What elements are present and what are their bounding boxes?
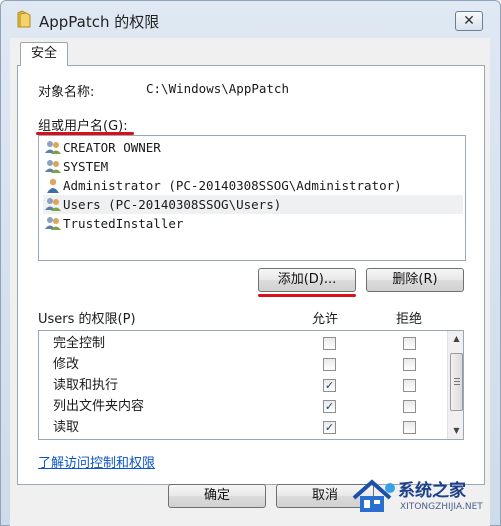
allow-checkbox[interactable]: [323, 358, 336, 371]
permission-name: 修改: [53, 357, 80, 372]
deny-column-header: 拒绝: [396, 312, 423, 327]
permissions-header-label: Users 的权限(P): [38, 312, 136, 327]
list-item[interactable]: Administrator (PC-20140308SSOG\Administr…: [43, 176, 463, 195]
allow-checkbox[interactable]: [323, 337, 336, 350]
remove-button[interactable]: 删除(R): [366, 268, 464, 292]
scroll-thumb[interactable]: [450, 353, 463, 411]
list-item-label: SYSTEM: [63, 159, 109, 174]
permission-row: 列出文件夹内容 ✓: [53, 396, 443, 417]
permission-name: 读取: [53, 420, 80, 435]
list-item-label: Users (PC-20140308SSOG\Users): [63, 197, 282, 212]
deny-checkbox[interactable]: [403, 337, 416, 350]
single-user-icon: [47, 178, 59, 193]
object-name-label: 对象名称:: [38, 85, 95, 100]
permission-row: 修改: [53, 354, 443, 375]
window-title: AppPatch 的权限: [39, 13, 160, 31]
grip-line: [454, 381, 460, 382]
group-user-list[interactable]: CREATOR OWNER SYSTEM Administrator (PC-2…: [38, 135, 466, 261]
deny-checkbox[interactable]: [403, 379, 416, 392]
permission-name: 完全控制: [53, 336, 106, 351]
grip-line: [454, 384, 460, 385]
object-name-value: C:\Windows\AppPatch: [146, 81, 289, 96]
add-button[interactable]: 添加(D)...: [258, 268, 356, 292]
permission-row: 读取 ✓: [53, 417, 443, 438]
permissions-scrollbar[interactable]: ▲ ▼: [447, 331, 463, 439]
list-item-selected[interactable]: Users (PC-20140308SSOG\Users): [43, 195, 463, 214]
list-item-label: CREATOR OWNER: [63, 140, 161, 155]
scroll-down-arrow-icon[interactable]: ▼: [448, 423, 463, 439]
users-group-icon: [45, 141, 61, 154]
folder-icon: [17, 10, 31, 28]
highlight-underline-add: [258, 294, 356, 297]
permission-name: 读取和执行: [53, 378, 119, 393]
deny-checkbox[interactable]: [403, 358, 416, 371]
access-control-help-link[interactable]: 了解访问控制和权限: [38, 452, 155, 471]
users-group-icon: [45, 217, 61, 230]
permission-row: 读取和执行 ✓: [53, 375, 443, 396]
list-item-label: TrustedInstaller: [63, 216, 184, 231]
allow-column-header: 允许: [312, 312, 339, 327]
watermark-url: XITONGZHIJIA.NET: [400, 502, 483, 512]
list-item[interactable]: TrustedInstaller: [43, 214, 463, 233]
permissions-list: 完全控制 修改 读取和执行 ✓ 列出文件夹内容 ✓ 读取 ✓ ▲ ▼: [38, 330, 464, 440]
deny-checkbox[interactable]: [403, 421, 416, 434]
list-item[interactable]: SYSTEM: [43, 157, 463, 176]
list-item[interactable]: CREATOR OWNER: [43, 138, 463, 157]
house-logo-icon: [352, 479, 395, 512]
allow-checkbox-checked[interactable]: ✓: [323, 400, 336, 413]
tab-security[interactable]: 安全: [20, 42, 68, 66]
users-group-icon: [45, 160, 61, 173]
list-item-label: Administrator (PC-20140308SSOG\Administr…: [63, 178, 402, 193]
watermark-text: 系统之家: [398, 481, 466, 501]
site-watermark: 系统之家 XITONGZHIJIA.NET: [350, 468, 501, 526]
close-button[interactable]: ✕: [455, 11, 483, 31]
allow-checkbox-checked[interactable]: ✓: [323, 421, 336, 434]
scroll-up-arrow-icon[interactable]: ▲: [448, 331, 463, 347]
allow-checkbox-checked[interactable]: ✓: [323, 379, 336, 392]
deny-checkbox[interactable]: [403, 400, 416, 413]
permission-name: 列出文件夹内容: [53, 399, 145, 414]
users-group-icon: [45, 198, 61, 211]
grip-line: [454, 378, 460, 379]
permission-row: 完全控制: [53, 333, 443, 354]
title-bar: AppPatch 的权限 ✕: [1, 1, 500, 39]
ok-button[interactable]: 确定: [168, 484, 266, 508]
